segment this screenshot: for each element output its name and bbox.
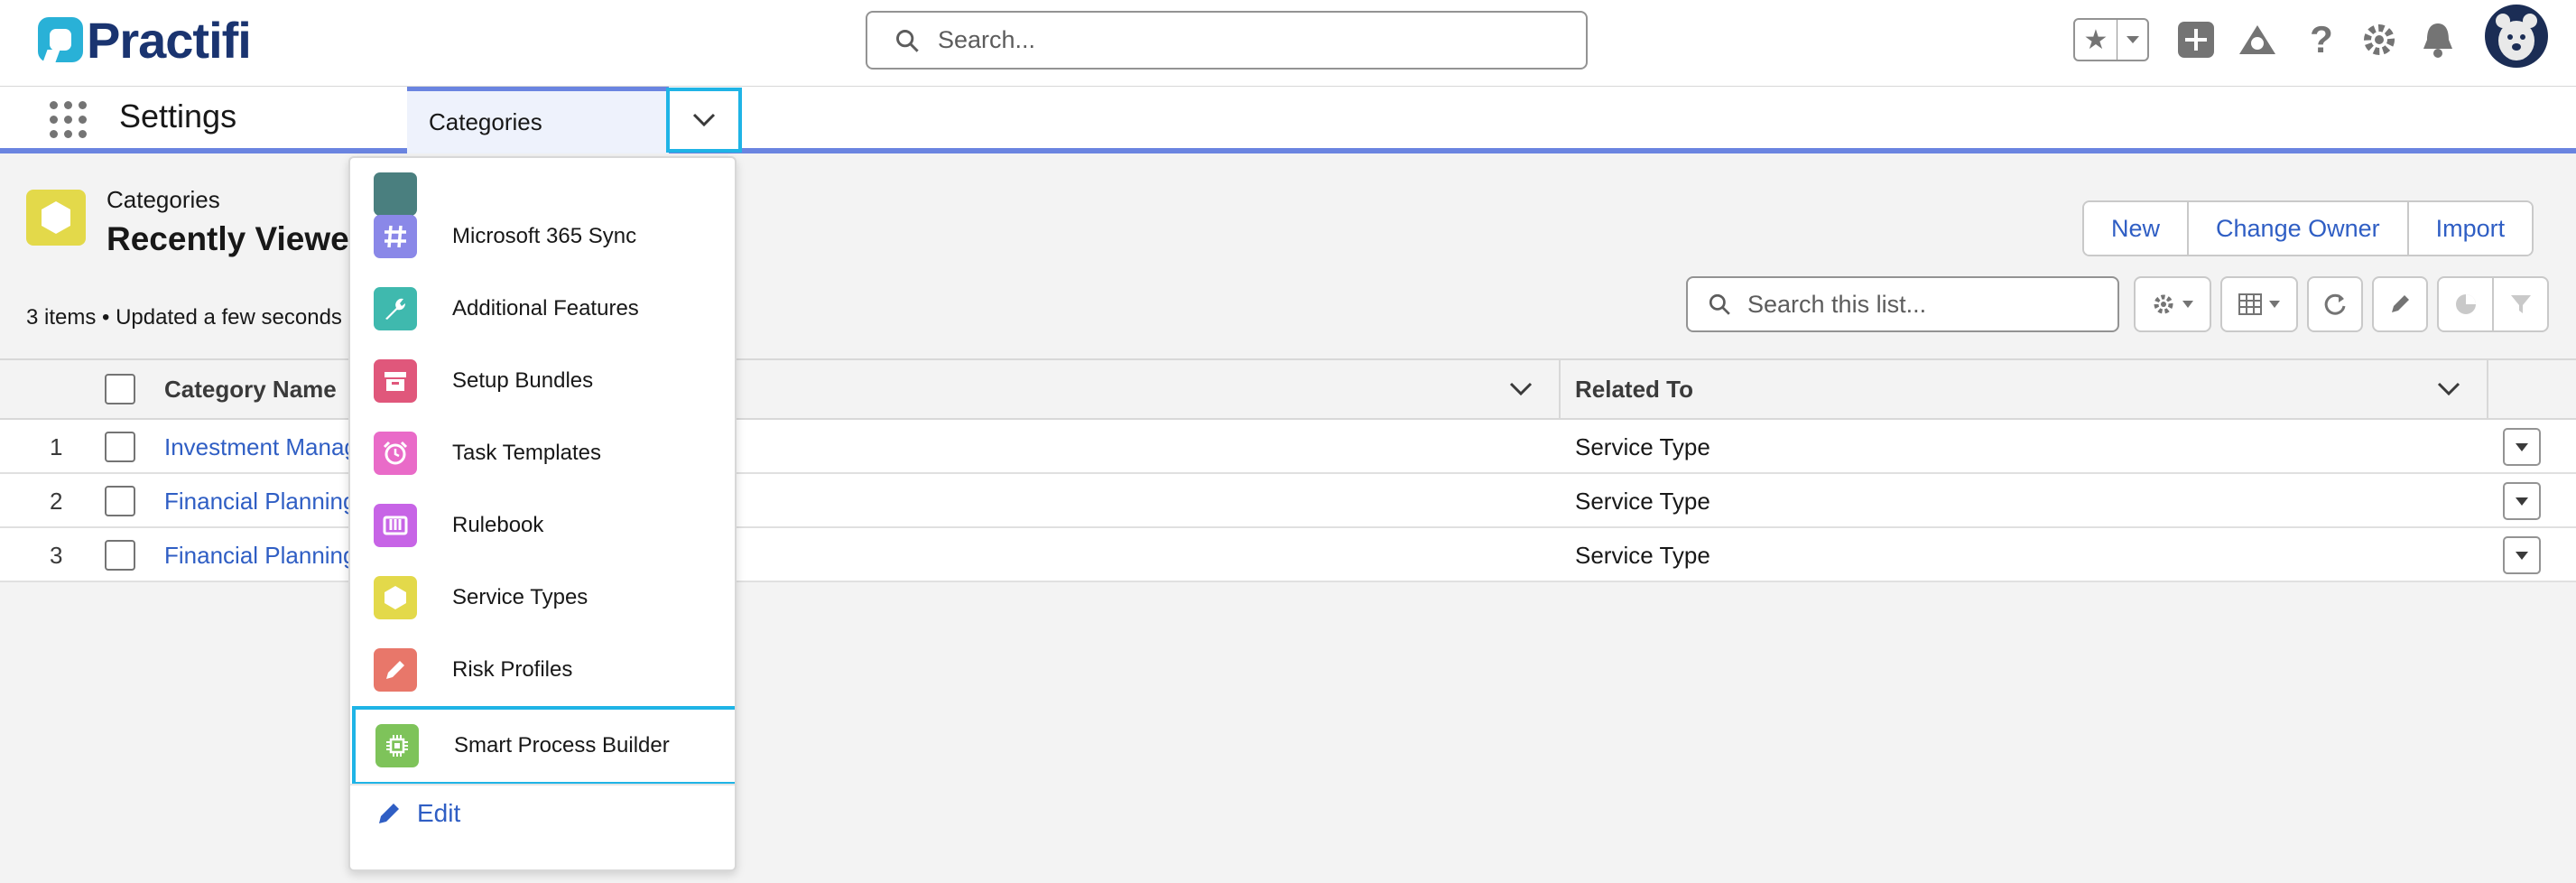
menu-item-partial[interactable]: [350, 158, 735, 216]
alarm-clock-icon: [374, 432, 417, 475]
filter-icon[interactable]: [2494, 278, 2547, 330]
row-number: 3: [50, 541, 63, 569]
display-as-button[interactable]: [2220, 276, 2298, 332]
wrench-icon: [374, 287, 417, 330]
new-button[interactable]: New: [2084, 202, 2190, 255]
column-divider[interactable]: [2487, 358, 2488, 420]
book-icon: [374, 504, 417, 547]
list-meta: 3 items • Updated a few seconds ago: [26, 305, 385, 330]
chip-icon: [375, 724, 419, 767]
trailhead-icon[interactable]: [2237, 18, 2278, 61]
row-actions-button[interactable]: [2503, 474, 2541, 528]
app-name: Settings: [119, 98, 237, 135]
archive-icon: [374, 359, 417, 403]
refresh-button[interactable]: [2307, 276, 2363, 332]
category-name-link[interactable]: Financial Planning: [164, 474, 356, 528]
row-number: 2: [50, 487, 63, 515]
menu-item-risk-profiles[interactable]: Risk Profiles: [350, 634, 735, 706]
row-number: 1: [50, 432, 63, 460]
settings-gear-icon: [2154, 294, 2173, 314]
menu-item-label: Risk Profiles: [452, 657, 573, 682]
plus-icon[interactable]: [2177, 18, 2215, 61]
category-name-link[interactable]: Financial Planning: [164, 528, 356, 582]
list-view-title[interactable]: Recently Viewed: [107, 220, 369, 258]
menu-item-label: Additional Features: [452, 296, 639, 321]
column-header-category-name[interactable]: Category Name: [164, 358, 337, 420]
chart-icon[interactable]: [2439, 278, 2494, 330]
select-all-checkbox[interactable]: [105, 358, 135, 420]
menu-item-microsoft-365-sync[interactable]: Microsoft 365 Sync: [350, 200, 735, 273]
related-to-cell: Service Type: [1575, 432, 1710, 460]
logo-mark-icon: [38, 17, 83, 62]
hexagon-icon: [374, 576, 417, 619]
logo-text: Practifi: [87, 11, 252, 69]
pencil-icon: [379, 804, 399, 823]
global-search-input[interactable]: [936, 25, 1571, 55]
column-header-related-to[interactable]: Related To: [1575, 358, 1693, 420]
change-owner-button[interactable]: Change Owner: [2189, 202, 2409, 255]
row-actions-button[interactable]: [2503, 528, 2541, 582]
table-icon: [2238, 293, 2262, 315]
row-checkbox[interactable]: [105, 420, 135, 474]
chevron-down-icon: [692, 113, 716, 127]
menu-item-label: Service Types: [452, 585, 588, 609]
nav-menu-toggle[interactable]: [666, 88, 742, 153]
chart-filter-group: [2437, 276, 2549, 332]
refresh-icon: [2324, 293, 2346, 315]
menu-item-label: Setup Bundles: [452, 368, 594, 393]
row-checkbox[interactable]: [105, 528, 135, 582]
app-launcher-icon[interactable]: [50, 101, 87, 138]
app-nav-bar: [0, 87, 2576, 153]
gear-icon[interactable]: [2359, 18, 2399, 61]
column-divider[interactable]: [1559, 358, 1561, 420]
star-icon[interactable]: ★: [2075, 20, 2117, 60]
menu-item-setup-bundles[interactable]: Setup Bundles: [350, 345, 735, 417]
edit-nav-items-link[interactable]: Edit: [375, 799, 460, 828]
menu-item-service-types[interactable]: Service Types: [350, 562, 735, 634]
menu-item-label: Task Templates: [452, 441, 601, 465]
favorites-button[interactable]: ★: [2073, 18, 2149, 61]
favorites-chevron-down-icon[interactable]: [2117, 20, 2147, 60]
search-icon: [896, 29, 919, 52]
bell-icon[interactable]: [2419, 18, 2457, 61]
related-to-cell: Service Type: [1575, 541, 1710, 569]
pencil-icon: [374, 648, 417, 692]
menu-item-additional-features[interactable]: Additional Features: [350, 273, 735, 345]
list-search-input[interactable]: [1746, 289, 2110, 320]
nav-items-dropdown: Microsoft 365 Sync Additional Features S…: [348, 156, 737, 871]
avatar[interactable]: [2485, 5, 2548, 68]
hexagon-icon: [26, 190, 86, 246]
list-search-box[interactable]: [1686, 276, 2119, 332]
global-search-box[interactable]: [866, 11, 1588, 70]
help-icon[interactable]: ?: [2303, 18, 2340, 61]
list-settings-button[interactable]: [2134, 276, 2211, 332]
menu-item-smart-process-builder[interactable]: Smart Process Builder: [352, 706, 735, 785]
search-icon: [1709, 293, 1730, 315]
menu-item-rulebook[interactable]: Rulebook: [350, 489, 735, 562]
hashtag-icon: [374, 215, 417, 258]
column-menu-chevron-down-icon[interactable]: [2437, 358, 2460, 420]
import-button[interactable]: Import: [2408, 202, 2533, 255]
menu-divider: [350, 784, 735, 785]
nav-tab-categories[interactable]: Categories: [407, 87, 669, 153]
menu-item-task-templates[interactable]: Task Templates: [350, 417, 735, 489]
pencil-icon: [2392, 295, 2409, 312]
inline-edit-button[interactable]: [2372, 276, 2428, 332]
menu-item-label: Smart Process Builder: [454, 733, 670, 758]
edit-label: Edit: [417, 799, 461, 827]
object-label: Categories: [107, 186, 220, 213]
row-checkbox[interactable]: [105, 474, 135, 528]
menu-item-label: Rulebook: [452, 513, 544, 537]
row-actions-button[interactable]: [2503, 420, 2541, 474]
practifi-logo[interactable]: Practifi: [38, 11, 252, 69]
menu-item-label: Microsoft 365 Sync: [452, 224, 637, 248]
list-action-buttons: New Change Owner Import: [2082, 200, 2534, 256]
column-menu-chevron-down-icon[interactable]: [1509, 358, 1533, 420]
related-to-cell: Service Type: [1575, 487, 1710, 515]
